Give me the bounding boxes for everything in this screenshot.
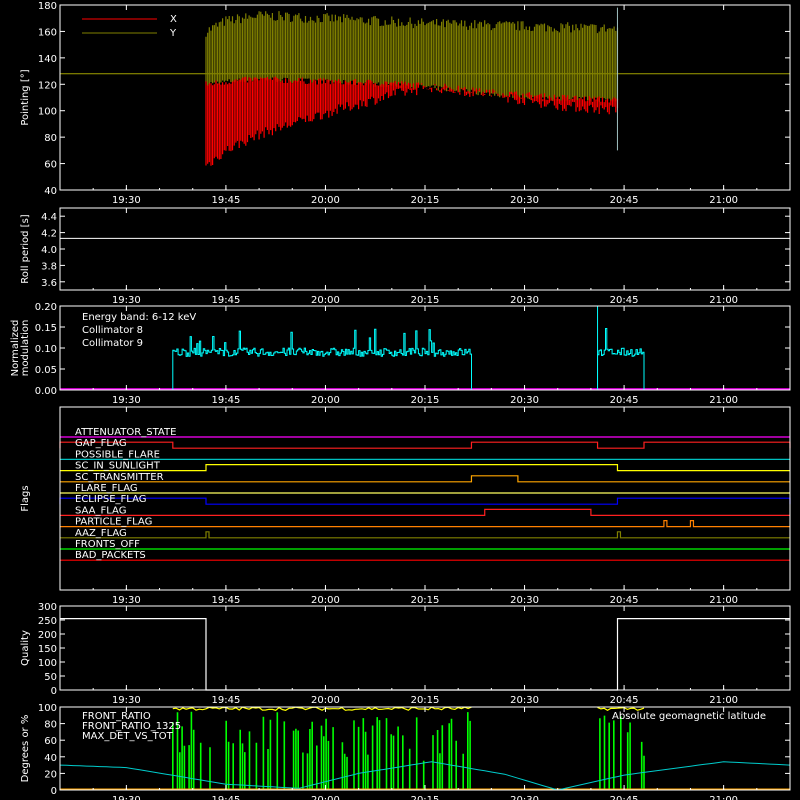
legend-label-collimator-8: Collimator 8 xyxy=(82,325,143,336)
y-tick-label: 150 xyxy=(38,644,57,655)
flag-label: ECLIPSE_FLAG xyxy=(75,494,146,505)
y-tick-label: 0 xyxy=(51,686,57,697)
legend-label-y: Y xyxy=(169,28,177,39)
flag-label: SAA_FLAG xyxy=(75,505,126,516)
x-tick-label: 19:45 xyxy=(211,595,240,606)
x-tick-label: 21:00 xyxy=(709,195,738,206)
chart-canvas: XY Energy band: 6-12 keV Collimator 8 Colli… xyxy=(0,0,800,800)
legend-label-x: X xyxy=(170,14,177,25)
y-axis-title: Flags xyxy=(20,485,31,511)
y-tick-label: 100 xyxy=(38,703,57,714)
y-axis-title: Degrees or % xyxy=(20,715,31,783)
x-tick-label: 19:45 xyxy=(211,395,240,406)
flag-label: ATTENUATOR_STATE xyxy=(75,427,176,438)
x-tick-label: 20:45 xyxy=(610,695,639,706)
y-tick-label: 200 xyxy=(38,630,57,641)
x-tick-label: 20:15 xyxy=(411,695,440,706)
x-tick-label: 19:30 xyxy=(112,595,141,606)
x-tick-label: 20:30 xyxy=(510,295,539,306)
y-tick-label: 120 xyxy=(38,80,57,91)
flag-label: GAP_FLAG xyxy=(75,438,127,449)
flag-label: FRONTS_OFF xyxy=(75,539,140,550)
x-tick-label: 21:00 xyxy=(709,595,738,606)
x-tick-label: 20:15 xyxy=(411,795,440,800)
x-tick-label: 20:15 xyxy=(411,395,440,406)
x-tick-label: 20:00 xyxy=(311,195,340,206)
x-tick-label: 21:00 xyxy=(709,795,738,800)
x-tick-label: 20:15 xyxy=(411,295,440,306)
y-tick-label: 300 xyxy=(38,602,57,613)
y-tick-label: 4.4 xyxy=(41,212,57,223)
energy-band-label: Energy band: 6-12 keV xyxy=(82,312,196,323)
x-tick-label: 20:30 xyxy=(510,695,539,706)
x-tick-label: 20:00 xyxy=(311,295,340,306)
flag-label: PARTICLE_FLAG xyxy=(75,517,152,528)
y-tick-label: 40 xyxy=(44,753,57,764)
x-tick-label: 19:45 xyxy=(211,295,240,306)
x-tick-label: 21:00 xyxy=(709,695,738,706)
flag-label: SC_IN_SUNLIGHT xyxy=(75,461,161,472)
flag-label: FLARE_FLAG xyxy=(75,483,138,494)
x-tick-label: 20:00 xyxy=(311,795,340,800)
x-tick-label: 20:45 xyxy=(610,295,639,306)
y-tick-label: 3.8 xyxy=(41,261,57,272)
x-tick-label: 20:30 xyxy=(510,195,539,206)
flag-label: AAZ_FLAG xyxy=(75,528,127,539)
legend-label-max-det: MAX_DET_VS_TOT xyxy=(82,731,174,742)
y-axis-title: Quality xyxy=(20,630,31,666)
y-tick-label: 60 xyxy=(44,160,57,171)
y-tick-label: 3.6 xyxy=(41,278,57,289)
y-tick-label: 50 xyxy=(44,672,57,683)
x-tick-label: 19:30 xyxy=(112,695,141,706)
x-tick-label: 20:30 xyxy=(510,395,539,406)
y-tick-label: 80 xyxy=(44,720,57,731)
y-tick-label: 250 xyxy=(38,616,57,627)
y-tick-label: 80 xyxy=(44,133,57,144)
y-tick-label: 140 xyxy=(38,54,57,65)
y-tick-label: 0.10 xyxy=(35,344,57,355)
x-tick-label: 20:00 xyxy=(311,395,340,406)
x-tick-label: 19:45 xyxy=(211,695,240,706)
x-tick-label: 21:00 xyxy=(709,295,738,306)
y-tick-label: 4.2 xyxy=(41,229,57,240)
x-tick-label: 20:45 xyxy=(610,195,639,206)
y-tick-label: 180 xyxy=(38,1,57,12)
x-tick-label: 19:30 xyxy=(112,195,141,206)
y-tick-label: 4.0 xyxy=(41,245,57,256)
y-tick-label: 0.20 xyxy=(35,302,57,313)
x-tick-label: 20:45 xyxy=(610,395,639,406)
x-tick-label: 20:00 xyxy=(311,695,340,706)
y-tick-label: 60 xyxy=(44,736,57,747)
x-tick-label: 21:00 xyxy=(709,395,738,406)
legend-label-collimator-9: Collimator 9 xyxy=(82,338,143,349)
x-tick-label: 19:30 xyxy=(112,795,141,800)
x-tick-label: 19:45 xyxy=(211,195,240,206)
y-tick-label: 40 xyxy=(44,186,57,197)
y-tick-label: 100 xyxy=(38,658,57,669)
y-tick-label: 0 xyxy=(51,786,57,797)
x-tick-label: 19:45 xyxy=(211,795,240,800)
flag-label: POSSIBLE_FLARE xyxy=(75,449,160,460)
y-axis-title: modulation xyxy=(20,320,31,377)
x-tick-label: 20:15 xyxy=(411,195,440,206)
y-tick-label: 0.05 xyxy=(35,365,57,376)
y-tick-label: 100 xyxy=(38,107,57,118)
legend-label-geomagnetic-latitude: Absolute geomagnetic latitude xyxy=(612,711,766,722)
x-tick-label: 20:30 xyxy=(510,795,539,800)
flag-label: SC_TRANSMITTER xyxy=(75,472,164,483)
y-axis-title: Roll period [s] xyxy=(20,214,31,283)
x-tick-label: 20:30 xyxy=(510,595,539,606)
y-tick-label: 0.15 xyxy=(35,323,57,334)
x-tick-label: 20:45 xyxy=(610,795,639,800)
x-tick-label: 19:30 xyxy=(112,395,141,406)
x-tick-label: 20:15 xyxy=(411,595,440,606)
flag-label: BAD_PACKETS xyxy=(75,550,146,561)
y-tick-label: 20 xyxy=(44,769,57,780)
x-tick-label: 20:45 xyxy=(610,595,639,606)
x-tick-label: 20:00 xyxy=(311,595,340,606)
x-tick-label: 19:30 xyxy=(112,295,141,306)
y-axis-title: Pointing [°] xyxy=(20,69,31,125)
y-tick-label: 0.00 xyxy=(35,386,57,397)
y-tick-label: 160 xyxy=(38,27,57,38)
